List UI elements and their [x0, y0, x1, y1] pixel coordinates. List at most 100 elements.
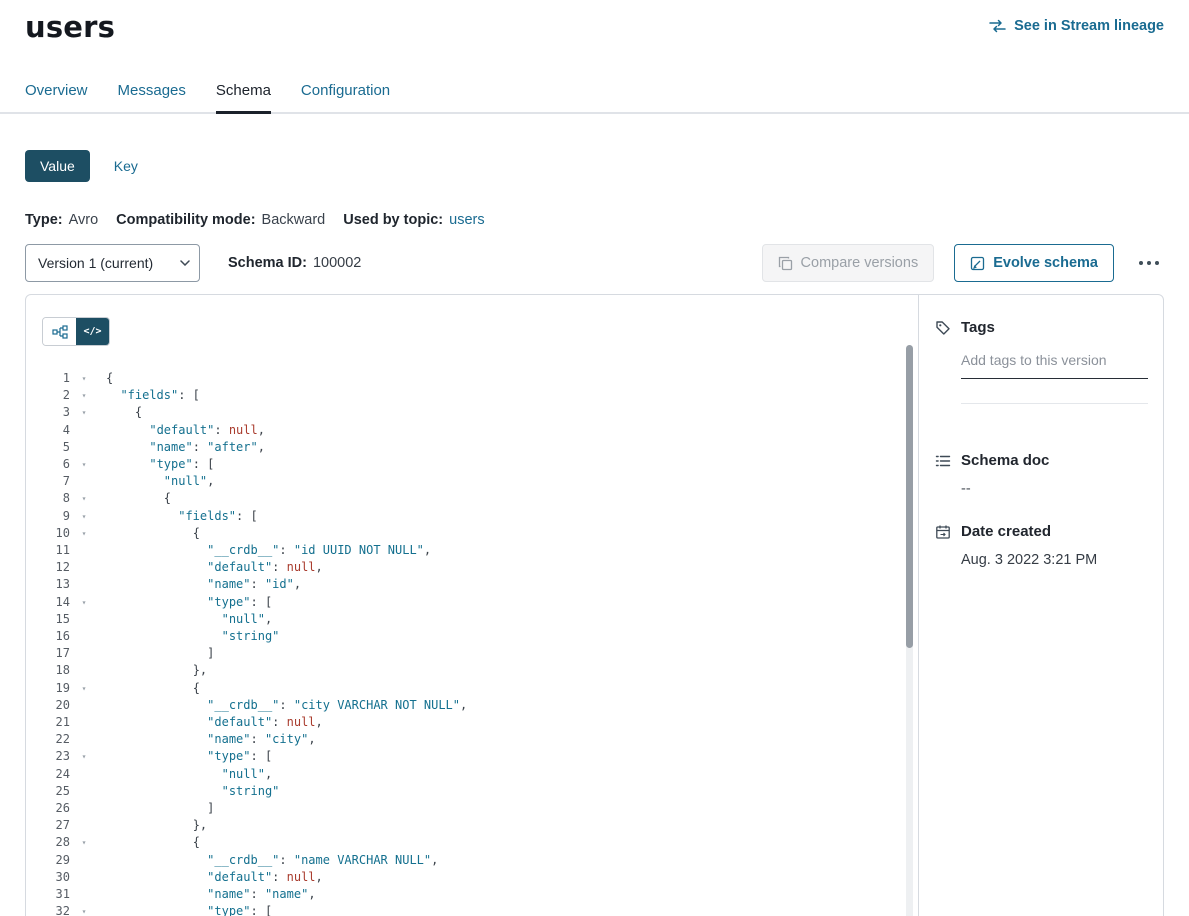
code-line: 10▾{ — [26, 525, 918, 542]
code-text: "default": null, — [106, 714, 323, 731]
fold-toggle-icon[interactable]: ▾ — [76, 508, 92, 525]
fold-toggle-icon[interactable]: ▾ — [76, 404, 92, 421]
tab-overview[interactable]: Overview — [25, 76, 88, 112]
schema-id: Schema ID: 100002 — [228, 255, 361, 271]
evolve-schema-button[interactable]: Evolve schema — [954, 244, 1114, 282]
tree-view-icon — [52, 325, 68, 339]
line-number: 7 — [26, 473, 70, 490]
line-number: 10 — [26, 525, 70, 542]
line-number: 5 — [26, 439, 70, 456]
code-line: 24"null", — [26, 766, 918, 783]
scrollbar-thumb[interactable] — [906, 345, 913, 648]
code-line: 8▾{ — [26, 490, 918, 507]
topic-link[interactable]: users — [449, 212, 484, 228]
tags-title: Tags — [961, 319, 995, 336]
line-number: 21 — [26, 714, 70, 731]
tag-icon — [935, 320, 951, 336]
version-bar: Version 1 (current) Schema ID: 100002 Co… — [25, 244, 1164, 282]
fold-toggle-icon[interactable]: ▾ — [76, 903, 92, 916]
code-text: "type": [ — [106, 456, 214, 473]
line-number: 4 — [26, 422, 70, 439]
line-number: 25 — [26, 783, 70, 800]
line-number: 12 — [26, 559, 70, 576]
fold-toggle-icon[interactable]: ▾ — [76, 490, 92, 507]
code-text: "name": "id", — [106, 576, 301, 593]
editor-scrollbar[interactable] — [906, 345, 913, 916]
code-line: 26] — [26, 800, 918, 817]
code-line: 22"name": "city", — [26, 731, 918, 748]
line-number: 19 — [26, 680, 70, 697]
fold-toggle-icon[interactable]: ▾ — [76, 834, 92, 851]
sidebar-divider — [961, 403, 1148, 404]
tab-bar: Overview Messages Schema Configuration — [0, 76, 1189, 114]
stream-lineage-link[interactable]: See in Stream lineage — [989, 18, 1164, 34]
schema-panel: </> 1▾{2▾"fields": [3▾{4"default": null,… — [25, 294, 1164, 916]
code-text: ] — [106, 800, 214, 817]
code-line: 13"name": "id", — [26, 576, 918, 593]
fold-toggle-icon[interactable]: ▾ — [76, 748, 92, 765]
line-number: 26 — [26, 800, 70, 817]
tree-view-button[interactable] — [43, 318, 76, 345]
fold-toggle-icon[interactable]: ▾ — [76, 370, 92, 387]
code-text: "default": null, — [106, 869, 323, 886]
line-number: 17 — [26, 645, 70, 662]
code-text: "fields": [ — [106, 508, 258, 525]
line-number: 27 — [26, 817, 70, 834]
tab-configuration[interactable]: Configuration — [301, 76, 390, 112]
ellipsis-icon — [1138, 260, 1160, 266]
stream-lineage-icon — [989, 19, 1006, 33]
code-line: 9▾"fields": [ — [26, 508, 918, 525]
fold-toggle-icon[interactable]: ▾ — [76, 594, 92, 611]
line-number: 16 — [26, 628, 70, 645]
code-text: "string" — [106, 628, 279, 645]
code-text: "type": [ — [106, 594, 272, 611]
schema-id-value: 100002 — [313, 255, 361, 271]
compatibility-label: Compatibility mode: — [116, 212, 255, 228]
value-toggle-button[interactable]: Value — [25, 150, 90, 182]
date-created-title: Date created — [961, 523, 1051, 540]
fold-toggle-icon[interactable]: ▾ — [76, 680, 92, 697]
compare-versions-button[interactable]: Compare versions — [762, 244, 935, 282]
more-options-button[interactable] — [1134, 256, 1164, 270]
topic-group: Used by topic: users — [343, 212, 484, 228]
code-text: "__crdb__": "city VARCHAR NOT NULL", — [106, 697, 467, 714]
code-line: 4"default": null, — [26, 422, 918, 439]
code-line: 28▾{ — [26, 834, 918, 851]
schema-doc-title: Schema doc — [961, 452, 1049, 469]
topic-label: Used by topic: — [343, 212, 443, 228]
version-select[interactable]: Version 1 (current) — [25, 244, 200, 282]
schema-sidebar: Tags Schema doc -- — [918, 295, 1163, 916]
tab-schema[interactable]: Schema — [216, 76, 271, 112]
line-number: 32 — [26, 903, 70, 916]
line-number: 8 — [26, 490, 70, 507]
code-line: 29"__crdb__": "name VARCHAR NULL", — [26, 852, 918, 869]
code-line: 3▾{ — [26, 404, 918, 421]
editor-view-toggle: </> — [42, 317, 110, 346]
line-number: 24 — [26, 766, 70, 783]
page-header: users See in Stream lineage — [0, 0, 1189, 44]
code-text: }, — [106, 817, 207, 834]
tab-messages[interactable]: Messages — [118, 76, 186, 112]
stream-lineage-label: See in Stream lineage — [1014, 18, 1164, 34]
tags-input[interactable] — [961, 352, 1148, 379]
code-text: "null", — [106, 611, 272, 628]
date-created-value: Aug. 3 2022 3:21 PM — [961, 552, 1147, 568]
code-text: "name": "city", — [106, 731, 316, 748]
fold-toggle-icon[interactable]: ▾ — [76, 456, 92, 473]
tags-section-header: Tags — [935, 319, 1147, 336]
code-line: 27}, — [26, 817, 918, 834]
code-line: 16 "string" — [26, 628, 918, 645]
code-lines: 1▾{2▾"fields": [3▾{4"default": null,5"na… — [26, 370, 918, 916]
code-line: 20"__crdb__": "city VARCHAR NOT NULL", — [26, 697, 918, 714]
code-line: 14 ▾ "type": [ — [26, 594, 918, 611]
code-view-button[interactable]: </> — [76, 318, 109, 345]
fold-toggle-icon[interactable]: ▾ — [76, 387, 92, 404]
code-text: "name": "after", — [106, 439, 265, 456]
key-toggle-button[interactable]: Key — [114, 158, 138, 174]
line-number: 30 — [26, 869, 70, 886]
code-text: }, — [106, 662, 207, 679]
line-number: 11 — [26, 542, 70, 559]
schema-page: users See in Stream lineage Overview Mes… — [0, 0, 1189, 916]
line-number: 14 — [26, 594, 70, 611]
fold-toggle-icon[interactable]: ▾ — [76, 525, 92, 542]
